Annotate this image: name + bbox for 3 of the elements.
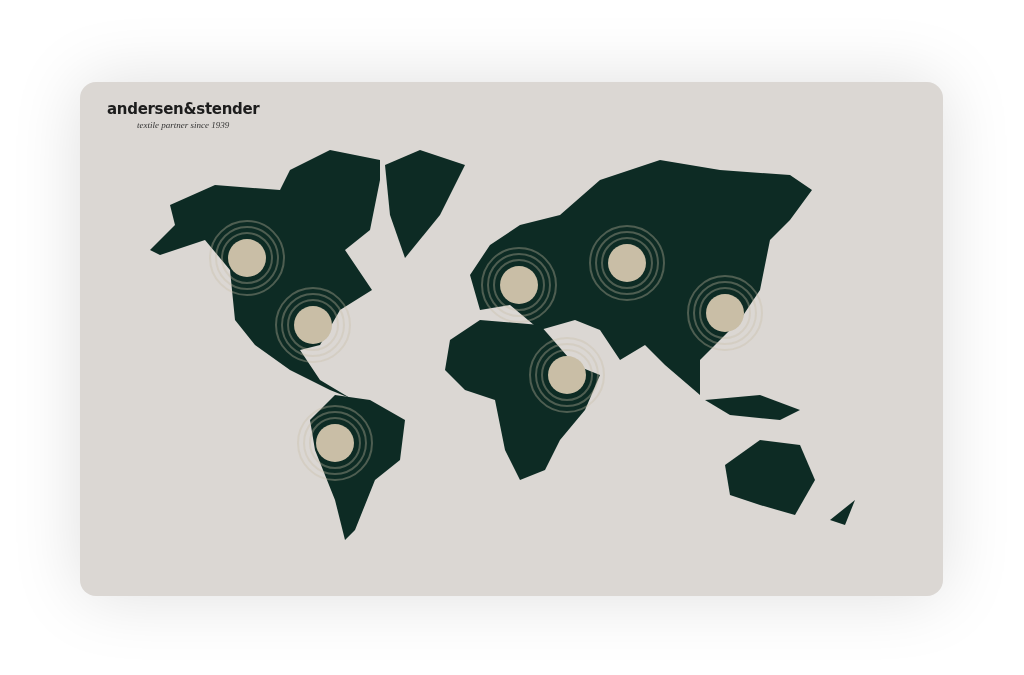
landmass-shape bbox=[830, 500, 855, 525]
brand-tagline: textile partner since 1939 bbox=[137, 120, 230, 130]
brand-wordmark: andersen&stender bbox=[107, 100, 260, 118]
